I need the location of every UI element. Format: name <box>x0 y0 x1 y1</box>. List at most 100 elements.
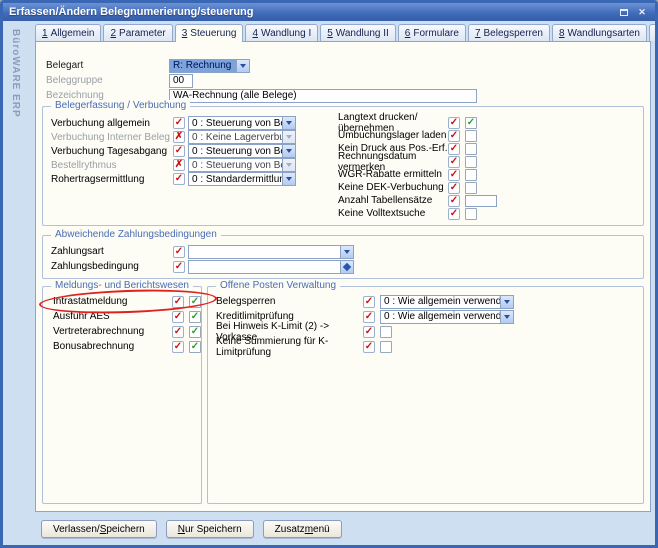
group-belegerfassung-title: Belegerfassung / Verbuchung <box>51 100 190 111</box>
keine-volltextsuche-checkbox[interactable] <box>465 208 477 220</box>
langtext-checkbox[interactable]: ✓ <box>465 117 477 129</box>
tab-parameter[interactable]: 2Parameter <box>103 24 172 41</box>
flag-check-icon[interactable]: ✓ <box>173 145 185 157</box>
flag-check-icon[interactable]: ✓ <box>363 326 375 338</box>
kreditlimitpruefung-select[interactable]: 0 : Wie allgemein verwenden <box>380 310 514 324</box>
bestellrythmus-select[interactable]: 0 : Steuerung von Belegart <box>188 158 296 172</box>
flag-check-icon[interactable]: ✓ <box>172 296 184 308</box>
title-bar: Erfassen/Ändern Belegnumerierung/steueru… <box>3 3 655 21</box>
group-zahlungsbedingungen-title: Abweichende Zahlungsbedingungen <box>51 229 221 240</box>
tab-belegsperren[interactable]: 7Belegsperren <box>468 24 550 41</box>
flag-x-icon[interactable]: ✗ <box>173 131 185 143</box>
wgr-rabatte-checkbox[interactable] <box>465 169 477 181</box>
intrastatmeldung-checkbox[interactable]: ✓ <box>189 296 201 308</box>
flag-check-icon[interactable]: ✓ <box>172 311 184 323</box>
form-row: Verbuchung Tagesabgang ✓ 0 : Steuerung v… <box>51 144 331 158</box>
flag-check-icon[interactable]: ✓ <box>173 117 185 129</box>
flag-check-icon[interactable]: ✓ <box>363 311 375 323</box>
keine-dek-checkbox[interactable] <box>465 182 477 194</box>
flag-check-icon[interactable]: ✓ <box>173 261 185 273</box>
form-row: Intrastatmeldung ✓ ✓ <box>53 294 201 309</box>
belegsperren-select[interactable]: 0 : Wie allgemein verwenden <box>380 295 514 309</box>
tab-bar: 1Allgemein 2Parameter 3Steuerung 4Wandlu… <box>35 24 651 41</box>
window-title: Erfassen/Ändern Belegnumerierung/steueru… <box>9 6 613 18</box>
verbuchung-allgemein-select[interactable]: 0 : Steuerung von Belegart <box>188 116 296 130</box>
chevron-down-icon[interactable] <box>282 145 295 157</box>
vorkasse-checkbox[interactable] <box>380 326 392 338</box>
tab-allgemein[interactable]: 1Allgemein <box>35 24 101 41</box>
flag-check-icon[interactable]: ✓ <box>172 326 184 338</box>
flag-check-icon[interactable]: ✓ <box>363 296 375 308</box>
chevron-down-icon[interactable] <box>236 60 249 72</box>
form-row: WGR-Rabatte ermitteln ✓ <box>338 168 497 181</box>
flag-check-icon[interactable]: ✓ <box>448 195 460 207</box>
tab-wandlungsarten[interactable]: 8Wandlungsarten <box>552 24 647 41</box>
group-belegerfassung: Belegerfassung / Verbuchung Verbuchung a… <box>42 106 644 226</box>
tab-formulare[interactable]: 6Formulare <box>398 24 466 41</box>
restore-icon[interactable] <box>617 6 631 18</box>
extra-menu-button[interactable]: Zusatzmenü <box>263 520 342 538</box>
flag-check-icon[interactable]: ✓ <box>172 341 184 353</box>
flag-check-icon[interactable]: ✓ <box>448 156 460 168</box>
verbuchung-tagesabgang-select[interactable]: 0 : Steuerung von Belegart <box>188 144 296 158</box>
rohertragsermittlung-select[interactable]: 0 : Standardermittlung <box>188 172 296 186</box>
save-only-button[interactable]: Nur Speichern <box>166 520 254 538</box>
chevron-down-icon[interactable] <box>282 173 295 185</box>
form-row: Langtext drucken/übernehmen ✓ ✓ <box>338 116 497 129</box>
save-exit-button[interactable]: Verlassen/Speichern <box>41 520 157 538</box>
belegart-select[interactable]: R: Rechnung <box>169 59 250 73</box>
tab-wandlung-2[interactable]: 5Wandlung II <box>320 24 396 41</box>
verbuchung-interner-beleg-select[interactable]: 0 : Keine Lagerverbuchung <box>188 130 296 144</box>
form-row: Bonusabrechnung ✓ ✓ <box>53 339 201 354</box>
flag-check-icon[interactable]: ✓ <box>173 246 185 258</box>
form-row: Ausfuhr AES ✓ ✓ <box>53 309 201 324</box>
bezeichnung-input[interactable] <box>169 89 477 103</box>
flag-check-icon[interactable]: ✓ <box>363 341 375 353</box>
form-row: Verbuchung Interner Beleg ✗ 0 : Keine La… <box>51 130 331 144</box>
tab-steuerung[interactable]: 3Steuerung <box>175 24 244 42</box>
kein-druck-checkbox[interactable] <box>465 143 477 155</box>
flag-check-icon[interactable]: ✓ <box>448 130 460 142</box>
form-row: Anzahl Tabellensätze ✓ <box>338 194 497 207</box>
flag-check-icon[interactable]: ✓ <box>448 117 460 129</box>
chevron-down-icon <box>282 159 295 171</box>
rechnungsdatum-checkbox[interactable] <box>465 156 477 168</box>
form-row: Zahlungsart ✓ <box>51 244 643 259</box>
group-meldungswesen: Meldungs- und Berichtswesen Intrastatmel… <box>42 286 202 504</box>
keine-summierung-checkbox[interactable] <box>380 341 392 353</box>
form-row: Vertreterabrechnung ✓ ✓ <box>53 324 201 339</box>
form-row: Keine Volltextsuche ✓ <box>338 207 497 220</box>
lookup-diamond-icon[interactable] <box>340 261 353 273</box>
form-row: Keine DEK-Verbuchung ✓ <box>338 181 497 194</box>
bonusabrechnung-checkbox[interactable]: ✓ <box>189 341 201 353</box>
form-row: Bestellrythmus ✗ 0 : Steuerung von Beleg… <box>51 158 331 172</box>
tab-sonstige[interactable]: ASonstige <box>649 24 658 41</box>
close-icon[interactable]: ✕ <box>635 6 649 18</box>
group-offene-posten: Offene Posten Verwaltung Belegsperren ✓ … <box>207 286 644 504</box>
form-row: Verbuchung allgemein ✓ 0 : Steuerung von… <box>51 116 331 130</box>
anzahl-tabellensaetze-input[interactable] <box>465 195 497 207</box>
chevron-down-icon[interactable] <box>340 246 353 258</box>
main-panel: Belegart R: Rechnung Beleggruppe Bezeich… <box>35 41 651 512</box>
chevron-down-icon[interactable] <box>282 117 295 129</box>
flag-check-icon[interactable]: ✓ <box>448 208 460 220</box>
belegerfassung-left-column: Verbuchung allgemein ✓ 0 : Steuerung von… <box>51 116 331 220</box>
chevron-down-icon[interactable] <box>500 311 513 323</box>
beleggruppe-input[interactable] <box>169 74 193 88</box>
flag-check-icon[interactable]: ✓ <box>448 169 460 181</box>
form-row: Umbuchungslager laden ✓ <box>338 129 497 142</box>
flag-check-icon[interactable]: ✓ <box>448 182 460 194</box>
group-zahlungsbedingungen: Abweichende Zahlungsbedingungen Zahlungs… <box>42 235 644 279</box>
ausfuhr-aes-checkbox[interactable]: ✓ <box>189 311 201 323</box>
flag-check-icon[interactable]: ✓ <box>173 173 185 185</box>
flag-check-icon[interactable]: ✓ <box>448 143 460 155</box>
umbuchungslager-checkbox[interactable] <box>465 130 477 142</box>
tab-wandlung-1[interactable]: 4Wandlung I <box>245 24 318 41</box>
vertreterabrechnung-checkbox[interactable]: ✓ <box>189 326 201 338</box>
zahlungsbedingung-select[interactable] <box>188 260 354 274</box>
chevron-down-icon[interactable] <box>500 296 513 308</box>
flag-x-icon[interactable]: ✗ <box>173 159 185 171</box>
zahlungsart-select[interactable] <box>188 245 354 259</box>
beleggruppe-label: Beleggruppe <box>46 75 169 86</box>
belegart-label: Belegart <box>46 60 169 71</box>
